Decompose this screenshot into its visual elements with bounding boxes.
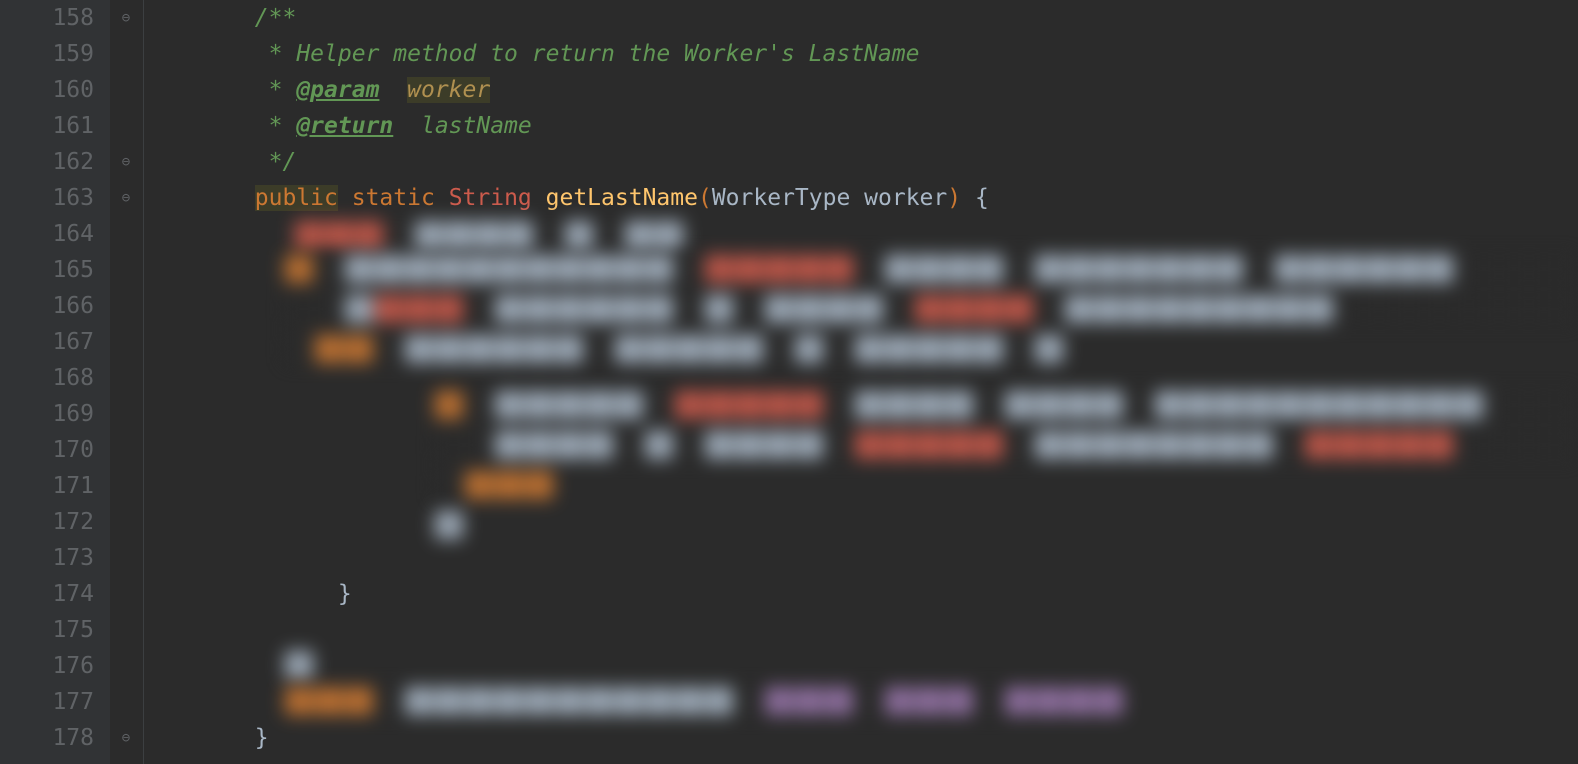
- param-type: WorkerType: [712, 185, 850, 211]
- javadoc-return-tag: @return: [296, 113, 393, 139]
- code-line[interactable]: * @param worker: [144, 72, 1578, 108]
- fold-column: ⊖ ⊖ ⊖ ⊖: [110, 0, 144, 764]
- obscured-code-block: [434, 510, 474, 540]
- line-number[interactable]: 170: [0, 432, 94, 468]
- line-number-gutter: 158 159 160 161 162 163 164 165 166 167 …: [0, 0, 110, 764]
- line-number[interactable]: 173: [0, 540, 94, 576]
- fold-toggle-icon[interactable]: ⊖: [117, 153, 135, 171]
- code-line[interactable]: */: [144, 144, 1578, 180]
- fold-toggle-icon[interactable]: ⊖: [117, 729, 135, 747]
- return-type: String: [449, 185, 532, 211]
- code-line[interactable]: }: [144, 720, 1578, 756]
- obscured-code-block: [294, 220, 754, 250]
- javadoc-param-tag: @param: [296, 77, 379, 103]
- line-number[interactable]: 166: [0, 288, 94, 324]
- code-area[interactable]: /** * Helper method to return the Worker…: [144, 0, 1578, 764]
- code-line-obscured[interactable]: [144, 612, 1578, 648]
- line-number[interactable]: 159: [0, 36, 94, 72]
- line-number[interactable]: 165: [0, 252, 94, 288]
- line-number[interactable]: 161: [0, 108, 94, 144]
- line-number[interactable]: 164: [0, 216, 94, 252]
- code-line[interactable]: * @return lastName: [144, 108, 1578, 144]
- obscured-code-block: [284, 650, 324, 680]
- javadoc-param-name: worker: [407, 77, 490, 103]
- obscured-code-block: [434, 390, 1578, 510]
- keyword-public: public: [255, 185, 338, 211]
- obscured-code-block: [284, 686, 1184, 716]
- keyword-static: static: [352, 185, 435, 211]
- fold-toggle-icon[interactable]: ⊖: [117, 9, 135, 27]
- code-line[interactable]: public static String getLastName(WorkerT…: [144, 180, 1578, 216]
- line-number[interactable]: 167: [0, 324, 94, 360]
- code-editor[interactable]: 158 159 160 161 162 163 164 165 166 167 …: [0, 0, 1578, 764]
- line-number[interactable]: 178: [0, 720, 94, 756]
- line-number[interactable]: 158: [0, 0, 94, 36]
- code-line[interactable]: * Helper method to return the Worker's L…: [144, 36, 1578, 72]
- line-number[interactable]: 172: [0, 504, 94, 540]
- line-number[interactable]: 169: [0, 396, 94, 432]
- line-number[interactable]: 160: [0, 72, 94, 108]
- code-line[interactable]: /**: [144, 0, 1578, 36]
- obscured-code-block: [284, 254, 1578, 374]
- param-name: worker: [864, 185, 947, 211]
- line-number[interactable]: 176: [0, 648, 94, 684]
- fold-toggle-icon[interactable]: ⊖: [117, 189, 135, 207]
- code-line[interactable]: }: [144, 576, 1578, 612]
- line-number[interactable]: 168: [0, 360, 94, 396]
- code-line-obscured[interactable]: [144, 648, 1578, 684]
- method-name: getLastName: [546, 185, 698, 211]
- line-number[interactable]: 174: [0, 576, 94, 612]
- line-number[interactable]: 163: [0, 180, 94, 216]
- line-number[interactable]: 175: [0, 612, 94, 648]
- code-line-obscured[interactable]: [144, 540, 1578, 576]
- line-number[interactable]: 177: [0, 684, 94, 720]
- line-number[interactable]: 171: [0, 468, 94, 504]
- line-number[interactable]: 162: [0, 144, 94, 180]
